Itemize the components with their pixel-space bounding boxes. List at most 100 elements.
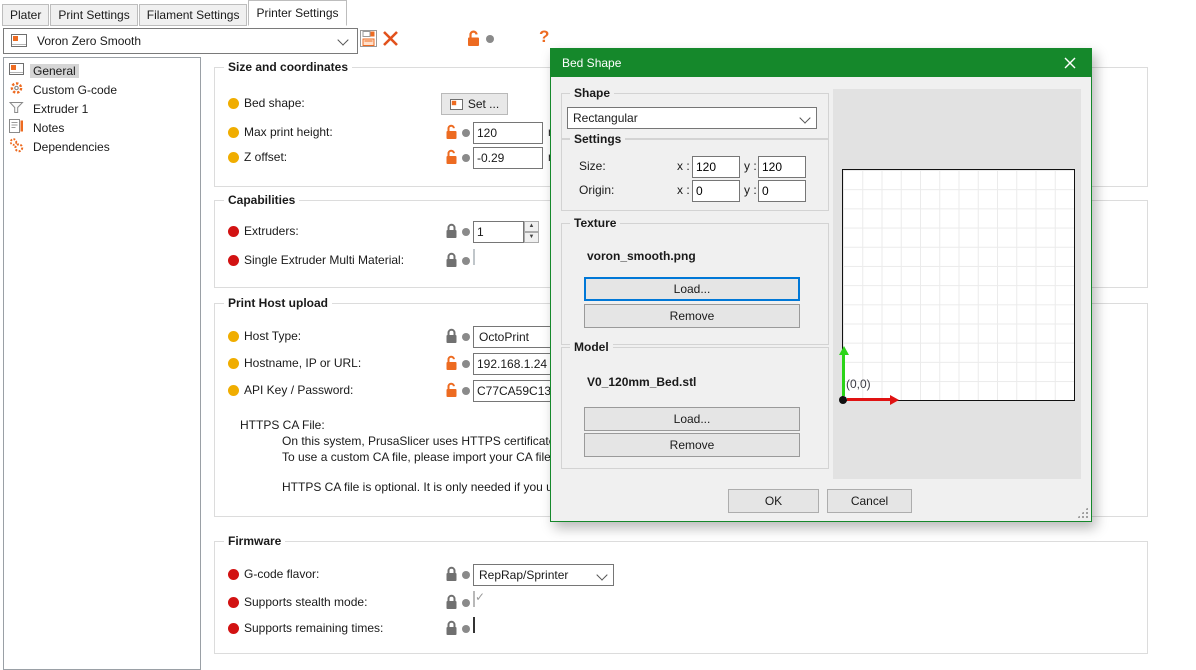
- sidebar-item-dependencies[interactable]: Dependencies: [4, 137, 200, 156]
- group-title: Shape: [570, 86, 614, 100]
- tab-filament-settings[interactable]: Filament Settings: [139, 4, 248, 26]
- api-key-label: API Key / Password:: [244, 383, 353, 397]
- y-label: y :: [744, 159, 757, 173]
- lock-open-icon[interactable]: [445, 382, 458, 401]
- group-title: Size and coordinates: [224, 60, 352, 74]
- group-title: Texture: [570, 216, 620, 230]
- status-dot: [462, 387, 470, 395]
- status-dot: [486, 35, 494, 43]
- lock-open-icon[interactable]: [445, 124, 458, 143]
- host-type-label: Host Type:: [244, 329, 301, 343]
- gcode-flavor-label: G-code flavor:: [244, 567, 319, 581]
- tab-print-settings[interactable]: Print Settings: [50, 4, 137, 26]
- modified-bullet-icon: [228, 152, 239, 163]
- chevron-down-icon: [799, 112, 810, 123]
- sidebar-item-notes[interactable]: Notes: [4, 118, 200, 137]
- delete-preset-icon[interactable]: [382, 30, 399, 50]
- sidebar-item-custom-gcode[interactable]: Custom G-code: [4, 80, 200, 99]
- cancel-button[interactable]: Cancel: [827, 489, 912, 513]
- status-dot: [462, 257, 470, 265]
- https-ca-line1: On this system, PrusaSlicer uses HTTPS c…: [282, 434, 561, 448]
- status-dot: [462, 571, 470, 579]
- z-offset-label: Z offset:: [244, 150, 287, 164]
- https-ca-line2: To use a custom CA file, please import y…: [282, 450, 551, 464]
- ok-button[interactable]: OK: [728, 489, 819, 513]
- save-preset-icon[interactable]: [360, 30, 377, 50]
- extruders-spinner[interactable]: ▲▼: [473, 221, 539, 243]
- modified-bullet-icon: [228, 385, 239, 396]
- system-value-bullet-icon: [228, 226, 239, 237]
- sidebar-item-general[interactable]: General: [4, 61, 200, 80]
- model-filename: V0_120mm_Bed.stl: [587, 375, 696, 389]
- max-print-height-input[interactable]: [473, 122, 543, 144]
- lock-open-icon[interactable]: [466, 30, 481, 50]
- settings-tab-bar: Plater Print Settings Filament Settings …: [2, 0, 348, 26]
- lock-open-icon[interactable]: [445, 355, 458, 374]
- tab-plater[interactable]: Plater: [2, 4, 49, 26]
- spinner-arrows[interactable]: ▲▼: [524, 221, 539, 243]
- bed-shape-set-button[interactable]: Set ...: [441, 93, 508, 115]
- texture-load-button[interactable]: Load...: [584, 277, 800, 301]
- resize-grip[interactable]: [1077, 507, 1088, 518]
- close-icon[interactable]: [1049, 49, 1091, 77]
- lock-closed-icon[interactable]: [445, 566, 458, 585]
- extruders-label: Extruders:: [244, 224, 299, 238]
- bed-outline: (0,0): [842, 169, 1075, 401]
- origin-x-input[interactable]: [692, 180, 740, 202]
- lock-closed-icon[interactable]: [445, 223, 458, 242]
- extruder-funnel-icon: [9, 101, 24, 117]
- status-dot: [462, 360, 470, 368]
- gear-icon: [9, 81, 24, 98]
- z-offset-input[interactable]: [473, 147, 543, 169]
- model-load-button[interactable]: Load...: [584, 407, 800, 431]
- bed-icon: [450, 99, 463, 110]
- bed-shape-label: Bed shape:: [244, 96, 305, 110]
- size-label: Size:: [579, 159, 606, 173]
- spin-up-icon: ▲: [524, 221, 539, 232]
- modified-bullet-icon: [228, 358, 239, 369]
- size-y-input[interactable]: [758, 156, 806, 178]
- lock-closed-icon[interactable]: [445, 252, 458, 271]
- y-label: y :: [744, 183, 757, 197]
- lock-closed-icon[interactable]: [445, 328, 458, 347]
- status-dot: [462, 333, 470, 341]
- extruders-input[interactable]: [473, 221, 524, 243]
- shape-select[interactable]: Rectangular: [567, 107, 817, 129]
- settings-category-list: General Custom G-code Extruder 1: [3, 57, 201, 670]
- https-ca-heading: HTTPS CA File:: [240, 418, 325, 432]
- https-ca-line3: HTTPS CA file is optional. It is only ne…: [282, 480, 553, 494]
- size-x-input[interactable]: [692, 156, 740, 178]
- row-supports-stealth-mode: Supports stealth mode:: [214, 592, 1148, 614]
- help-icon[interactable]: ?: [539, 27, 549, 47]
- system-value-bullet-icon: [228, 623, 239, 634]
- chevron-down-icon: [337, 34, 348, 45]
- lock-closed-icon[interactable]: [445, 594, 458, 613]
- status-dot: [462, 228, 470, 236]
- printer-preset-combobox[interactable]: Voron Zero Smooth: [3, 28, 358, 54]
- hostname-label: Hostname, IP or URL:: [244, 356, 361, 370]
- gcode-flavor-select[interactable]: RepRap/Sprinter: [473, 564, 614, 586]
- spin-down-icon: ▼: [524, 232, 539, 243]
- stealth-label: Supports stealth mode:: [244, 595, 367, 609]
- status-dot: [462, 599, 470, 607]
- texture-remove-button[interactable]: Remove: [584, 304, 800, 328]
- system-value-bullet-icon: [228, 255, 239, 266]
- origin-point: [839, 396, 847, 404]
- lock-open-icon[interactable]: [445, 149, 458, 168]
- sidebar-item-extruder-1[interactable]: Extruder 1: [4, 99, 200, 118]
- origin-label: Origin:: [579, 183, 614, 197]
- printer-bed-icon: [11, 34, 27, 50]
- x-label: x :: [677, 183, 690, 197]
- dialog-titlebar[interactable]: Bed Shape: [551, 49, 1091, 77]
- model-remove-button[interactable]: Remove: [584, 433, 800, 457]
- system-value-bullet-icon: [228, 597, 239, 608]
- origin-y-input[interactable]: [758, 180, 806, 202]
- tab-printer-settings[interactable]: Printer Settings: [248, 0, 346, 26]
- lock-closed-icon[interactable]: [445, 620, 458, 639]
- group-title: Firmware: [224, 534, 285, 548]
- bed-preview-canvas: (0,0): [833, 89, 1081, 479]
- remaining-times-checkbox[interactable]: [473, 617, 475, 633]
- system-value-bullet-icon: [228, 569, 239, 580]
- status-dot: [462, 154, 470, 162]
- max-print-height-label: Max print height:: [244, 125, 333, 139]
